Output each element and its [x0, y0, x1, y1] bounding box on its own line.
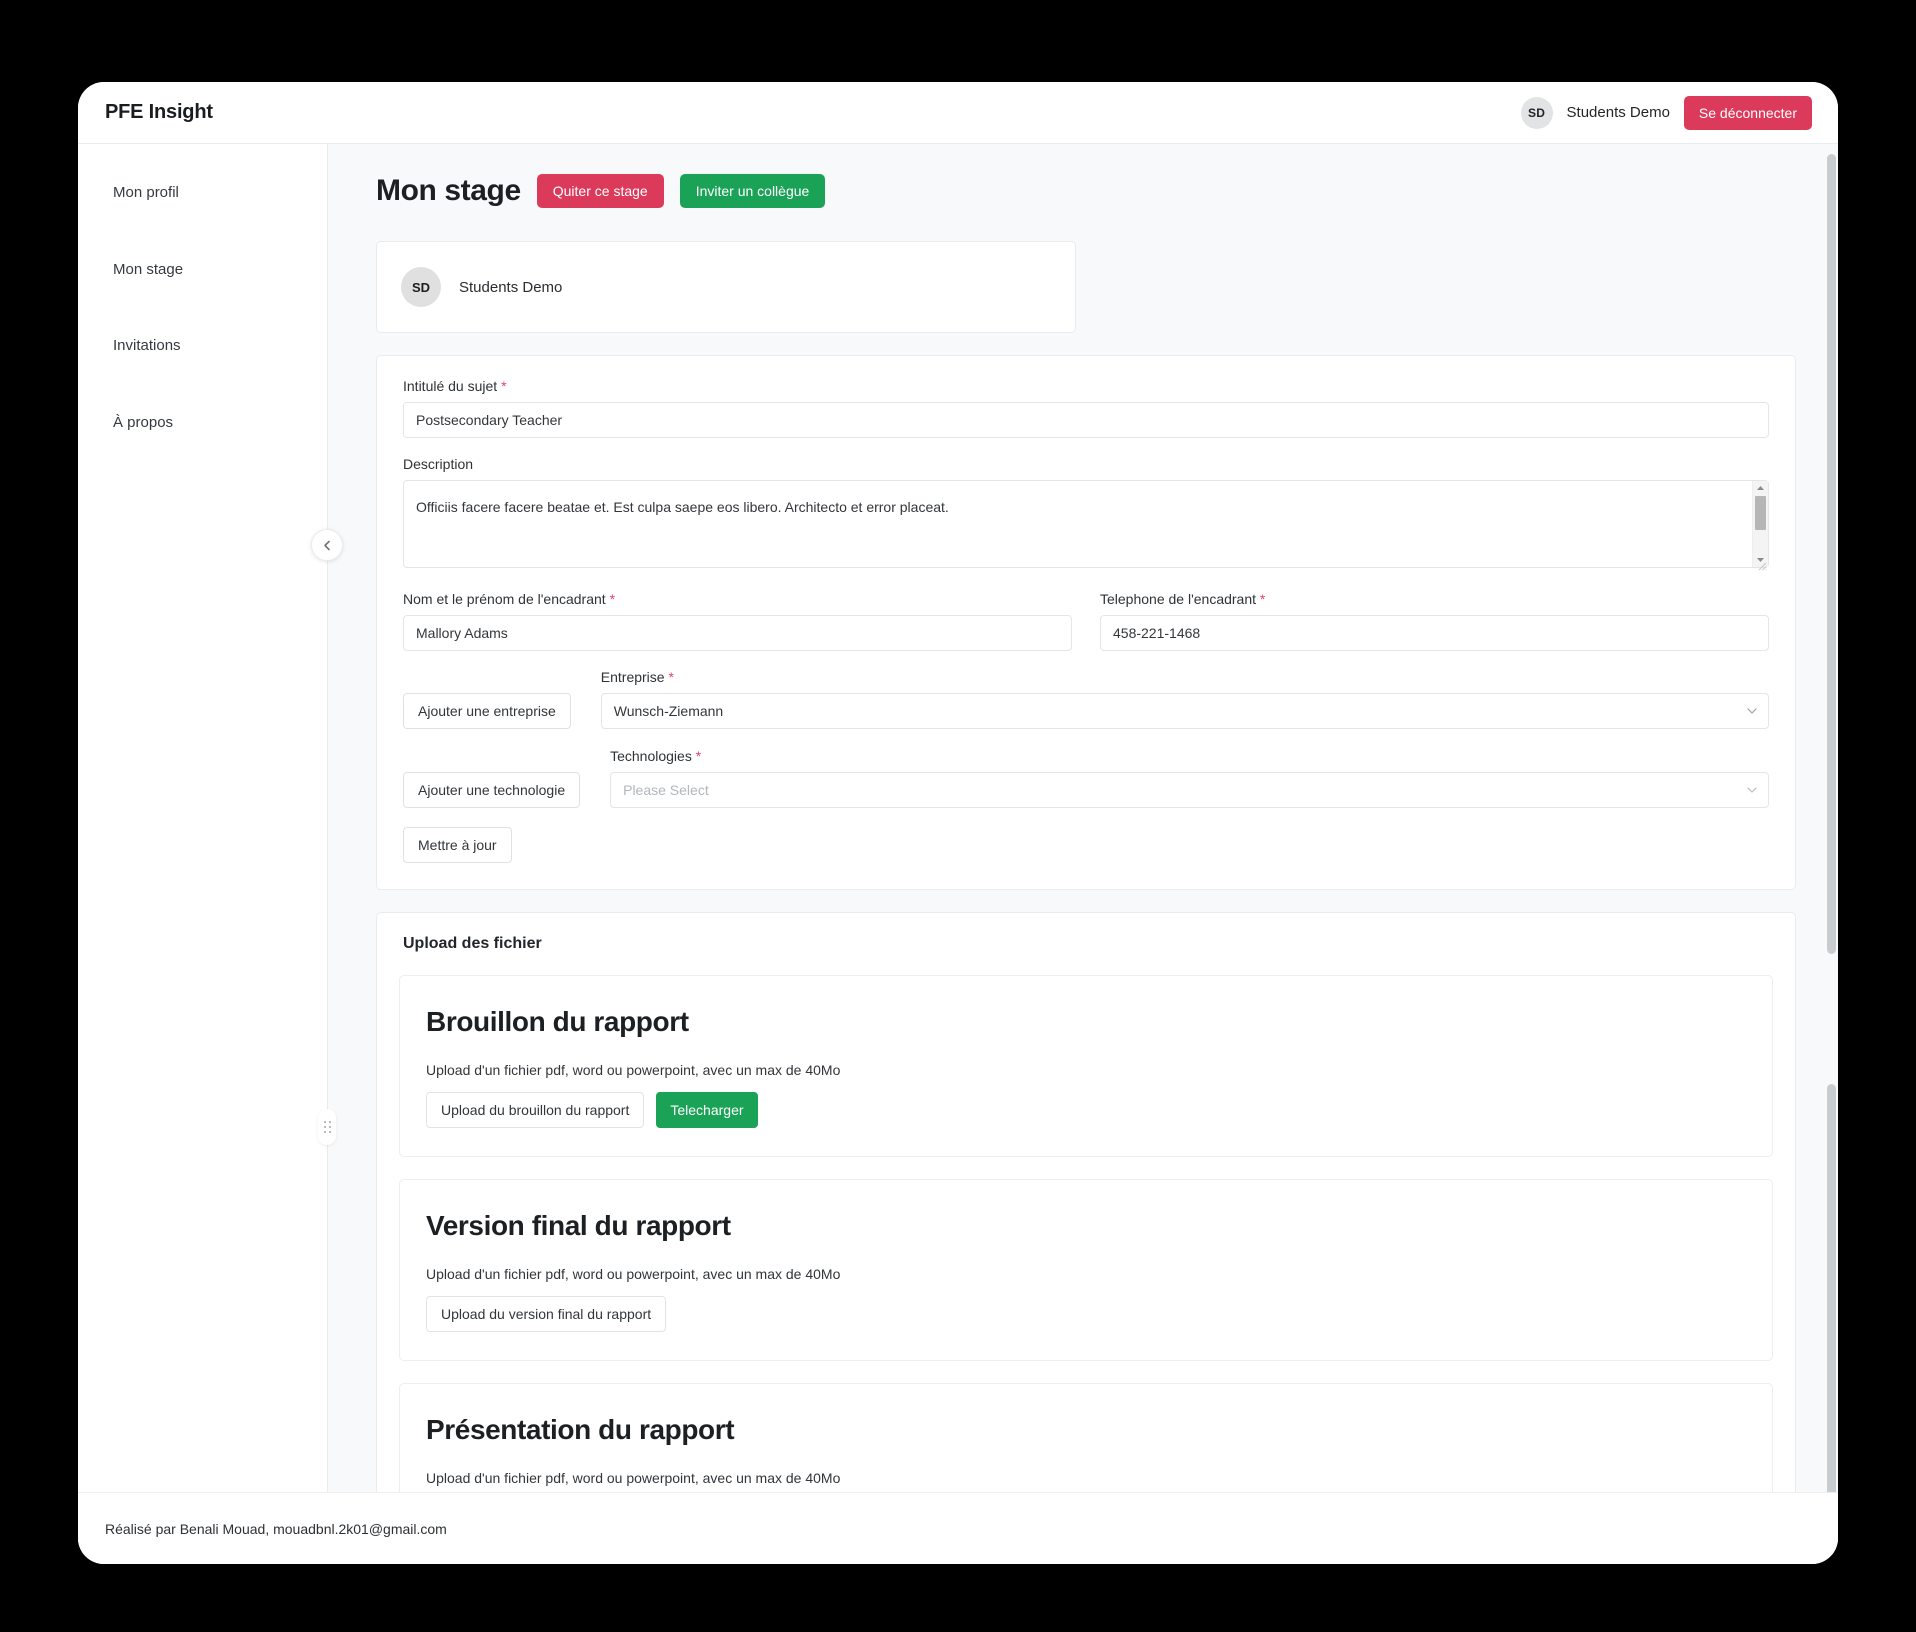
invite-colleague-button[interactable]: Inviter un collègue — [679, 174, 826, 208]
footer: Réalisé par Benali Mouad, mouadbnl.2k01@… — [78, 1492, 1838, 1564]
description-wrapper: Officiis facere facere beatae et. Est cu… — [403, 480, 1769, 573]
technologies-required-mark: * — [695, 748, 702, 764]
company-select-value: Wunsch-Ziemann — [613, 703, 724, 719]
supervisor-phone-required-mark: * — [1259, 591, 1266, 607]
supervisor-phone-input[interactable] — [1100, 615, 1769, 651]
upload-hint: Upload d'un fichier pdf, word ou powerpo… — [426, 1470, 841, 1486]
upload-heading: Version final du rapport — [426, 1210, 731, 1241]
uploads-section-title: Upload des fichier — [403, 935, 542, 952]
scroll-up-arrow-icon[interactable] — [1753, 481, 1769, 495]
page-scrollbar-thumb[interactable] — [1827, 1084, 1836, 1544]
navbar-username: Students Demo — [1566, 104, 1670, 121]
technologies-label-text: Technologies — [610, 748, 692, 764]
member-name: Students Demo — [459, 278, 563, 296]
sidebar-item-mon-profil[interactable]: Mon profil — [78, 172, 327, 215]
uploads-card: Upload des fichier Brouillon du rapport … — [376, 912, 1796, 1564]
subject-label: Intitulé du sujet * — [403, 378, 1769, 394]
supervisor-name-label: Nom et le prénom de l'encadrant * — [403, 591, 1072, 607]
supervisor-row: Nom et le prénom de l'encadrant * Teleph… — [403, 591, 1769, 651]
upload-heading: Présentation du rapport — [426, 1414, 735, 1445]
upload-hint: Upload d'un fichier pdf, word ou powerpo… — [426, 1062, 841, 1078]
supervisor-name-field: Nom et le prénom de l'encadrant * — [403, 591, 1072, 651]
footer-credit: Réalisé par Benali Mouad, mouadbnl.2k01@… — [105, 1520, 447, 1537]
page-title: Mon stage — [376, 174, 521, 207]
chevron-left-icon — [323, 540, 330, 550]
description-textarea[interactable]: Officiis facere facere beatae et. Est cu… — [403, 480, 1769, 568]
description-scroll-thumb[interactable] — [1755, 496, 1766, 530]
upload-hint: Upload d'un fichier pdf, word ou powerpo… — [426, 1266, 841, 1282]
technologies-field: Technologies * Please Select — [610, 748, 1769, 808]
top-navbar: PFE Insight SD Students Demo Se déconnec… — [78, 82, 1838, 144]
upload-card-brouillon: Brouillon du rapport Upload d'un fichier… — [399, 975, 1773, 1157]
supervisor-name-label-text: Nom et le prénom de l'encadrant — [403, 591, 606, 607]
technologies-row: Ajouter une technologie Technologies * P… — [403, 748, 1769, 808]
company-label: Entreprise * — [601, 669, 1769, 685]
add-company-button[interactable]: Ajouter une entreprise — [403, 693, 571, 729]
content-scrollbar-thumb[interactable] — [1827, 154, 1836, 954]
main-inner: Mon stage Quiter ce stage Inviter un col… — [328, 144, 1838, 1564]
app-window: PFE Insight SD Students Demo Se déconnec… — [78, 82, 1838, 1564]
app-brand: PFE Insight — [105, 101, 213, 123]
description-label: Description — [403, 456, 474, 472]
chevron-down-icon — [1747, 787, 1757, 793]
upload-actions: Upload du brouillon du rapport Telecharg… — [426, 1092, 1746, 1128]
app-shell: Mon profil Mon stage Invitations À propo… — [78, 144, 1838, 1564]
sidebar-collapse-button[interactable] — [311, 529, 343, 561]
subject-required-mark: * — [501, 378, 507, 394]
company-required-mark: * — [668, 669, 674, 685]
navbar-avatar: SD — [1520, 96, 1553, 129]
quit-internship-button[interactable]: Quiter ce stage — [536, 174, 664, 208]
add-technology-button[interactable]: Ajouter une technologie — [403, 772, 581, 808]
navbar-right: SD Students Demo Se déconnecter — [1520, 95, 1812, 130]
supervisor-name-required-mark: * — [609, 591, 616, 607]
download-brouillon-button[interactable]: Telecharger — [656, 1092, 758, 1128]
sidebar-item-invitations[interactable]: Invitations — [78, 325, 327, 368]
sidebar-drag-handle[interactable] — [318, 1109, 336, 1145]
upload-actions: Upload du version final du rapport — [426, 1296, 1746, 1332]
subject-input[interactable] — [403, 402, 1769, 438]
drag-dots-icon — [323, 1121, 331, 1133]
company-select[interactable]: Wunsch-Ziemann — [600, 693, 1769, 729]
content-scrollbar-track[interactable] — [1825, 144, 1838, 1564]
member-row: SD Students Demo — [401, 267, 562, 307]
main-content: Mon stage Quiter ce stage Inviter un col… — [328, 144, 1838, 1564]
supervisor-name-input[interactable] — [403, 615, 1072, 651]
chevron-down-icon — [1747, 708, 1757, 714]
technologies-select-placeholder: Please Select — [623, 782, 709, 798]
upload-card-version-finale: Version final du rapport Upload d'un fic… — [399, 1179, 1773, 1361]
technologies-label: Technologies * — [610, 748, 1769, 764]
resize-grip-icon[interactable] — [1756, 560, 1767, 571]
logout-button[interactable]: Se déconnecter — [1683, 95, 1812, 130]
upload-heading: Brouillon du rapport — [426, 1006, 689, 1037]
member-avatar: SD — [401, 267, 441, 307]
update-button[interactable]: Mettre à jour — [403, 827, 512, 863]
supervisor-phone-label: Telephone de l'encadrant * — [1100, 591, 1769, 607]
member-card: SD Students Demo — [376, 241, 1076, 333]
supervisor-phone-field: Telephone de l'encadrant * — [1100, 591, 1769, 651]
upload-brouillon-button[interactable]: Upload du brouillon du rapport — [426, 1092, 645, 1128]
sidebar-item-a-propos[interactable]: À propos — [78, 402, 327, 445]
description-scrollbar[interactable] — [1752, 481, 1768, 567]
sidebar: Mon profil Mon stage Invitations À propo… — [78, 144, 343, 1564]
company-field: Entreprise * Wunsch-Ziemann — [600, 669, 1769, 729]
page-header: Mon stage Quiter ce stage Inviter un col… — [376, 174, 1796, 208]
internship-form-card: Intitulé du sujet * Description Officiis… — [376, 355, 1796, 890]
supervisor-phone-label-text: Telephone de l'encadrant — [1100, 591, 1257, 607]
upload-version-finale-button[interactable]: Upload du version final du rapport — [426, 1296, 667, 1332]
technologies-select[interactable]: Please Select — [610, 772, 1769, 808]
subject-label-text: Intitulé du sujet — [403, 378, 498, 394]
company-label-text: Entreprise — [600, 669, 665, 685]
sidebar-item-mon-stage[interactable]: Mon stage — [78, 249, 327, 292]
company-row: Ajouter une entreprise Entreprise * Wuns… — [403, 669, 1769, 729]
